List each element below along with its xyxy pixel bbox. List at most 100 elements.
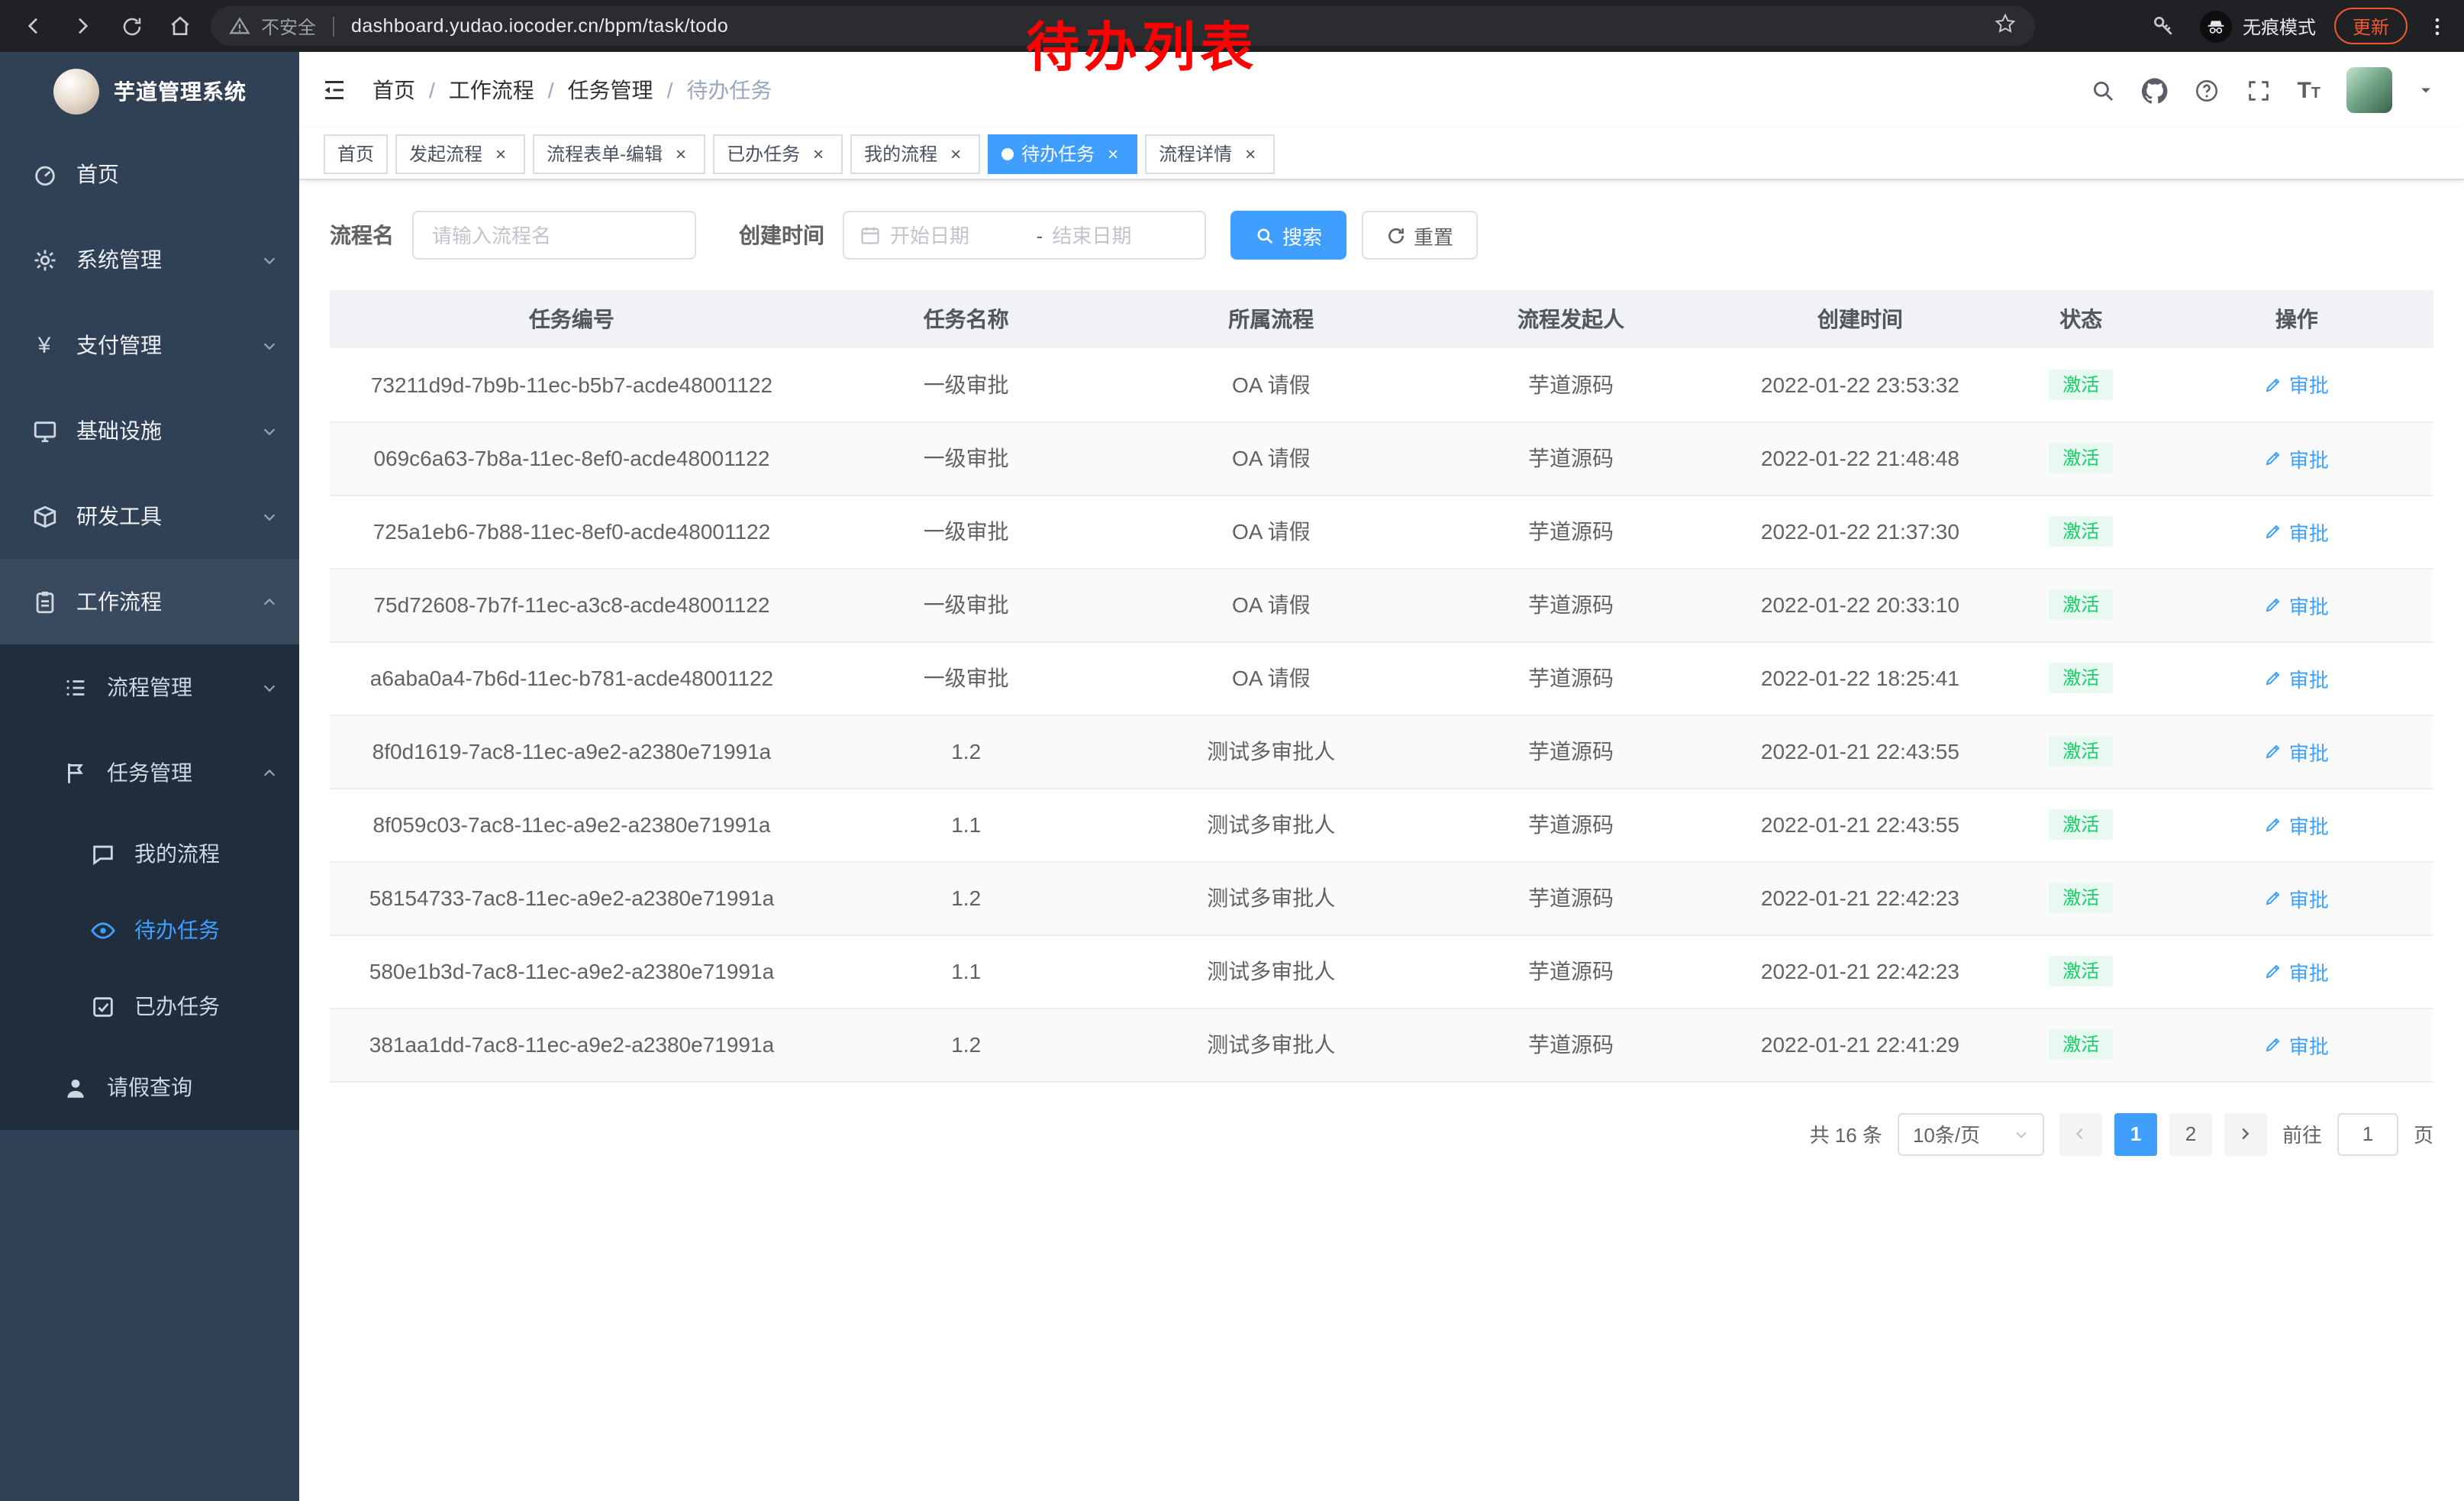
cell-task-id: 8f059c03-7ac8-11ec-a9e2-a2380e71991a [330, 788, 814, 861]
tab[interactable]: 首页 [324, 134, 388, 173]
approve-link[interactable]: 审批 [2265, 590, 2329, 619]
sidebar-item-devtools[interactable]: 研发工具 [0, 473, 299, 559]
chevron-down-icon [261, 251, 278, 268]
sidebar-item-task-mgmt[interactable]: 任务管理 [0, 730, 299, 815]
date-range-picker[interactable]: - [843, 211, 1206, 260]
sidebar-item-done-tasks[interactable]: 已办任务 [0, 968, 299, 1044]
cell-initiator: 芋道源码 [1424, 788, 1718, 861]
approve-link[interactable]: 审批 [2265, 1030, 2329, 1059]
tab[interactable]: 发起流程 × [395, 134, 525, 173]
approve-link[interactable]: 审批 [2265, 810, 2329, 839]
approve-link[interactable]: 审批 [2265, 444, 2329, 473]
page-size-select[interactable]: 10条/页 [1898, 1112, 2044, 1155]
cell-initiator: 芋道源码 [1424, 715, 1718, 788]
process-name-input[interactable] [412, 211, 696, 260]
app-logo[interactable]: 芋道管理系统 [0, 52, 299, 131]
breadcrumb-item[interactable]: 工作流程 [449, 75, 534, 105]
approve-label: 审批 [2289, 444, 2329, 473]
tab-close-icon[interactable]: × [945, 143, 966, 164]
approve-link[interactable]: 审批 [2265, 370, 2329, 399]
sidebar-item-home[interactable]: 首页 [0, 131, 299, 217]
tab-close-icon[interactable]: × [808, 143, 829, 164]
start-date-input[interactable] [890, 224, 1027, 247]
cell-status: 激活 [2002, 641, 2160, 715]
tab[interactable]: 我的流程 × [850, 134, 980, 173]
approve-label: 审批 [2289, 737, 2329, 766]
reset-button[interactable]: 重置 [1362, 211, 1478, 260]
next-page-button[interactable] [2224, 1112, 2267, 1155]
page-button-1[interactable]: 1 [2114, 1112, 2157, 1155]
cell-action: 审批 [2160, 715, 2433, 788]
tab-close-icon[interactable]: × [670, 143, 692, 164]
check-square-icon [89, 993, 116, 1020]
cell-create-time: 2022-01-22 18:25:41 [1718, 641, 2002, 715]
sidebar-item-todo-tasks[interactable]: 待办任务 [0, 892, 299, 968]
sidebar-item-infrastructure[interactable]: 基础设施 [0, 388, 299, 473]
browser-back-icon[interactable] [15, 8, 52, 44]
cell-create-time: 2022-01-21 22:42:23 [1718, 861, 2002, 934]
page-button-2[interactable]: 2 [2169, 1112, 2212, 1155]
tab-close-icon[interactable]: × [490, 143, 511, 164]
approve-link[interactable]: 审批 [2265, 737, 2329, 766]
workflow-submenu: 流程管理 任务管理 我的流程 待办任务 [0, 644, 299, 1130]
page-url[interactable]: dashboard.yudao.iocoder.cn/bpm/task/todo [351, 15, 728, 37]
fullscreen-icon[interactable] [2245, 77, 2271, 103]
sidebar-item-process-mgmt[interactable]: 流程管理 [0, 644, 299, 730]
cell-create-time: 2022-01-21 22:43:55 [1718, 788, 2002, 861]
sidebar-fold-icon[interactable] [321, 76, 348, 104]
bookmark-star-icon[interactable] [1994, 12, 2017, 40]
cell-task-name: 一级审批 [814, 641, 1119, 715]
approve-link[interactable]: 审批 [2265, 517, 2329, 546]
address-bar[interactable]: 不安全 dashboard.yudao.iocoder.cn/bpm/task/… [211, 6, 2035, 46]
tab[interactable]: 流程详情 × [1145, 134, 1275, 173]
tab-close-icon[interactable]: × [1240, 143, 1261, 164]
edit-pen-icon [2265, 962, 2283, 980]
monitor-icon [31, 417, 58, 444]
key-icon[interactable] [2145, 8, 2182, 44]
search-button[interactable]: 搜索 [1230, 211, 1346, 260]
cell-status: 激活 [2002, 934, 2160, 1008]
end-date-input[interactable] [1052, 224, 1189, 247]
chevron-down-icon [2014, 1126, 2029, 1141]
sidebar-item-system[interactable]: 系统管理 [0, 217, 299, 302]
cell-status: 激活 [2002, 861, 2160, 934]
column-header: 状态 [2002, 290, 2160, 348]
github-icon[interactable] [2141, 77, 2167, 103]
tab[interactable]: 流程表单-编辑 × [533, 134, 705, 173]
sidebar-item-my-process[interactable]: 我的流程 [0, 815, 299, 892]
tab[interactable]: 待办任务 × [988, 134, 1137, 173]
prev-page-button[interactable] [2059, 1112, 2102, 1155]
search-icon[interactable] [2089, 77, 2115, 103]
incognito-badge[interactable]: 无痕模式 [2200, 10, 2316, 42]
browser-home-icon[interactable] [162, 8, 198, 44]
help-icon[interactable] [2193, 77, 2219, 103]
approve-link[interactable]: 审批 [2265, 663, 2329, 692]
chevron-down-icon [261, 508, 278, 525]
cell-create-time: 2022-01-22 23:53:32 [1718, 348, 2002, 421]
column-header: 任务名称 [814, 290, 1119, 348]
approve-link[interactable]: 审批 [2265, 883, 2329, 912]
sidebar-item-leave-query[interactable]: 请假查询 [0, 1044, 299, 1130]
tab[interactable]: 已办任务 × [713, 134, 843, 173]
cell-action: 审批 [2160, 495, 2433, 568]
breadcrumb-item[interactable]: 任务管理 [568, 75, 653, 105]
cell-task-id: 069c6a63-7b8a-11ec-8ef0-acde48001122 [330, 421, 814, 495]
security-label[interactable]: 不安全 [261, 13, 316, 39]
avatar[interactable] [2346, 67, 2392, 113]
sidebar-item-workflow[interactable]: 工作流程 [0, 559, 299, 644]
avatar-caret-icon[interactable] [2418, 82, 2433, 98]
browser-menu-icon[interactable] [2426, 15, 2449, 37]
cell-task-id: 75d72608-7b7f-11ec-a3c8-acde48001122 [330, 568, 814, 641]
breadcrumb-item[interactable]: 首页 [373, 75, 415, 105]
status-badge: 激活 [2049, 369, 2113, 400]
cell-initiator: 芋道源码 [1424, 1008, 1718, 1081]
browser-update-button[interactable]: 更新 [2334, 8, 2408, 44]
browser-forward-icon[interactable] [64, 8, 101, 44]
font-size-icon[interactable]: TT [2297, 77, 2320, 103]
browser-reload-icon[interactable] [113, 8, 150, 44]
goto-page-input[interactable] [2337, 1112, 2398, 1155]
approve-link[interactable]: 审批 [2265, 957, 2329, 986]
tab-close-icon[interactable]: × [1102, 143, 1124, 164]
sidebar-item-payment[interactable]: ¥ 支付管理 [0, 302, 299, 388]
cell-initiator: 芋道源码 [1424, 348, 1718, 421]
